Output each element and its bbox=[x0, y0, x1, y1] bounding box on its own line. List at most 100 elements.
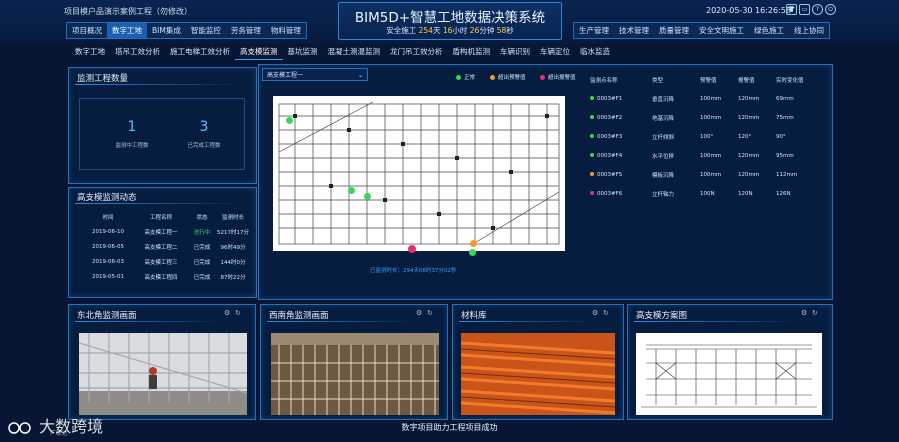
table-row[interactable]: 0003#F2 地基沉降 100mm 120mm 75mm bbox=[590, 108, 825, 127]
table-header-row: 时间 工程名称 状态 监测时长 bbox=[83, 209, 251, 224]
count-panel-title: 监测工程数量 bbox=[77, 74, 129, 84]
cell-duration: 96时49分 bbox=[220, 244, 246, 251]
camera-title: 西南角监测画面 bbox=[269, 311, 329, 321]
status-dot bbox=[590, 133, 594, 138]
nav-item-monitor[interactable]: 智能监控 bbox=[186, 23, 226, 38]
cell-point: 0003#F2 bbox=[590, 108, 652, 127]
sensor-header-row: 监测点名称 类型 预警值 报警值 实时变化值 bbox=[590, 70, 825, 89]
cell-project: 高支模工程一 bbox=[144, 229, 178, 236]
subnav-digital-site[interactable]: 数字工地 bbox=[70, 45, 110, 59]
formwork-plan-svg bbox=[278, 101, 560, 245]
monitor-point-f4[interactable] bbox=[469, 249, 476, 256]
monitor-point-f5[interactable] bbox=[470, 240, 477, 247]
plan-image bbox=[636, 333, 822, 415]
camera-title: 东北角监测画面 bbox=[77, 311, 137, 321]
table-row[interactable]: 2019-05-01 高支模工程四 已完成 87时22分 bbox=[83, 269, 251, 284]
cell-warn: 100° bbox=[700, 133, 714, 140]
title-underline bbox=[634, 321, 802, 322]
nav-item-digital-site[interactable]: 数字工地 bbox=[107, 23, 147, 38]
nav-item-bim[interactable]: BIM集成 bbox=[147, 23, 186, 38]
nav-item-green[interactable]: 绿色施工 bbox=[749, 23, 789, 38]
status-dot bbox=[590, 190, 594, 195]
monitor-point-f2[interactable] bbox=[348, 187, 355, 194]
nav-item-labor[interactable]: 劳务管理 bbox=[226, 23, 266, 38]
title-underline bbox=[459, 321, 593, 322]
nav-item-material[interactable]: 物料管理 bbox=[266, 23, 306, 38]
legend-alarm: 超出报警值 bbox=[540, 73, 576, 81]
subnav-water[interactable]: 临水监造 bbox=[575, 45, 615, 59]
cell-point: 0003#F5 bbox=[590, 165, 652, 184]
subnav-vehicle-id[interactable]: 车辆识别 bbox=[495, 45, 535, 59]
status-dot bbox=[590, 152, 594, 157]
completed-count: 3 bbox=[199, 119, 209, 135]
shirt-icon[interactable]: 👕 bbox=[786, 4, 797, 15]
settings-icon[interactable]: ⚙ bbox=[801, 309, 807, 317]
power-icon[interactable]: ⏻ bbox=[825, 4, 836, 15]
monitor-icon[interactable]: ▭ bbox=[799, 4, 810, 15]
cell-status: 已完成 bbox=[193, 259, 211, 266]
nav-item-overview[interactable]: 项目概况 bbox=[67, 23, 107, 38]
cell-alarm: 120N bbox=[738, 190, 753, 197]
cell-value: 112mm bbox=[776, 171, 798, 178]
cell-status: 进行中 bbox=[193, 229, 211, 236]
scaffold-photo-svg bbox=[271, 333, 439, 415]
refresh-icon[interactable]: ↻ bbox=[235, 309, 241, 317]
nav-item-collab[interactable]: 线上协同 bbox=[789, 23, 829, 38]
cell-warn: 100mm bbox=[700, 95, 722, 102]
camera-image bbox=[79, 333, 247, 415]
table-row[interactable]: 2019-06-03 高支模工程三 已完成 144时0分 bbox=[83, 254, 251, 269]
sub-nav: 数字工地 塔吊工效分析 施工电梯工效分析 高支模监测 基坑监测 混凝土测温监测 … bbox=[70, 45, 615, 60]
monitor-point-f6[interactable] bbox=[408, 245, 416, 253]
dynamic-panel-title: 高支模监测动态 bbox=[77, 193, 137, 203]
dynamic-table: 时间 工程名称 状态 监测时长 2019-06-10 高支模工程一 进行中 52… bbox=[83, 209, 251, 284]
subnav-gantry[interactable]: 龙门吊工效分析 bbox=[385, 45, 448, 59]
project-select[interactable]: 高支模工程一 ⌄ bbox=[262, 68, 368, 81]
nav-item-technical[interactable]: 技术管理 bbox=[614, 23, 654, 38]
refresh-icon[interactable]: ↻ bbox=[812, 309, 818, 317]
table-row[interactable]: 0003#F5 模板沉降 100mm 120mm 112mm bbox=[590, 165, 825, 184]
cell-duration: 87时22分 bbox=[220, 274, 246, 281]
material-photo-svg bbox=[461, 333, 615, 415]
cell-value: 90° bbox=[776, 133, 786, 140]
cell-time: 2019-06-05 bbox=[92, 243, 124, 250]
subnav-formwork[interactable]: 高支模监测 bbox=[235, 45, 283, 60]
cell-alarm: 120mm bbox=[738, 171, 760, 178]
refresh-icon[interactable]: ↻ bbox=[427, 309, 433, 317]
completed-count-label: 已完成工程数 bbox=[187, 143, 221, 149]
table-row[interactable]: 0003#F1 垂直沉降 100mm 120mm 69mm bbox=[590, 89, 825, 108]
nav-right: 生产管理 技术管理 质量管理 安全文明施工 绿色施工 线上协同 bbox=[573, 22, 830, 39]
settings-icon[interactable]: ⚙ bbox=[224, 309, 230, 317]
table-row[interactable]: 0003#F3 立杆倾斜 100° 120° 90° bbox=[590, 127, 825, 146]
nav-item-quality[interactable]: 质量管理 bbox=[654, 23, 694, 38]
cell-value: 75mm bbox=[776, 114, 794, 121]
subnav-shield[interactable]: 盾构机监测 bbox=[448, 45, 496, 59]
nav-left: 项目概况 数字工地 BIM集成 智能监控 劳务管理 物料管理 bbox=[66, 22, 307, 39]
help-icon[interactable]: ? bbox=[812, 4, 823, 15]
subnav-concrete-temp[interactable]: 混凝土测温监测 bbox=[323, 45, 386, 59]
status-dot bbox=[590, 95, 594, 100]
settings-icon[interactable]: ⚙ bbox=[416, 309, 422, 317]
table-row[interactable]: 0003#F6 立杆轴力 100N 120N 126N bbox=[590, 184, 825, 203]
legend-normal: 正常 bbox=[456, 73, 475, 81]
cell-warn: 100mm bbox=[700, 114, 722, 121]
table-row[interactable]: 2019-06-10 高支模工程一 进行中 5217时17分 bbox=[83, 224, 251, 239]
table-row[interactable]: 2019-06-05 高支模工程二 已完成 96时49分 bbox=[83, 239, 251, 254]
title-underline bbox=[267, 321, 417, 322]
monitoring-count: 1 bbox=[127, 119, 137, 135]
monitor-point-f1[interactable] bbox=[286, 117, 293, 124]
monitor-point-f3[interactable] bbox=[364, 193, 371, 200]
monitoring-count-label: 监测中工程数 bbox=[115, 143, 149, 149]
nav-item-production[interactable]: 生产管理 bbox=[574, 23, 614, 38]
nav-item-safety[interactable]: 安全文明施工 bbox=[694, 23, 749, 38]
table-row[interactable]: 0003#F4 水平位移 100mm 120mm 95mm bbox=[590, 146, 825, 165]
refresh-icon[interactable]: ↻ bbox=[603, 309, 609, 317]
subnav-vehicle-loc[interactable]: 车辆定位 bbox=[535, 45, 575, 59]
cell-type: 立杆轴力 bbox=[652, 191, 675, 198]
sensor-table: 监测点名称 类型 预警值 报警值 实时变化值 0003#F1 垂直沉降 100m… bbox=[590, 70, 825, 203]
project-name[interactable]: 项目模户品演示案例工程（勿修改） bbox=[64, 6, 192, 17]
subnav-tower-crane[interactable]: 塔吊工效分析 bbox=[110, 45, 165, 59]
settings-icon[interactable]: ⚙ bbox=[592, 309, 598, 317]
subnav-foundation-pit[interactable]: 基坑监测 bbox=[283, 45, 323, 59]
chevron-down-icon: ⌄ bbox=[357, 72, 363, 79]
subnav-elevator[interactable]: 施工电梯工效分析 bbox=[165, 45, 235, 59]
